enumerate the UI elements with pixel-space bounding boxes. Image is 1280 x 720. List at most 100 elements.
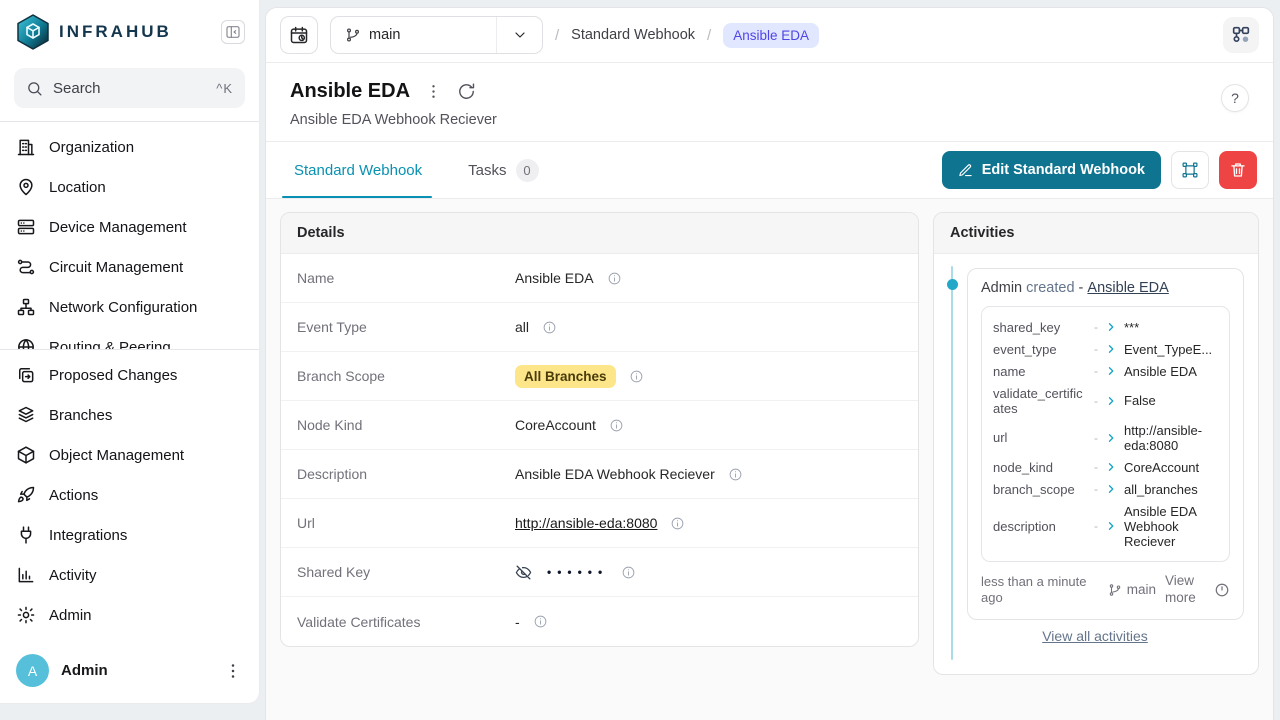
activity-branch: main: [1108, 582, 1156, 597]
title-kebab-icon[interactable]: [424, 82, 443, 101]
sidebar-item-object-management[interactable]: Object Management: [0, 435, 259, 475]
detail-value: Ansible EDA Webhook Reciever: [515, 466, 743, 482]
view-all-activities-link[interactable]: View all activities: [1042, 628, 1148, 644]
detail-label: Shared Key: [297, 564, 515, 580]
hierarchy-icon: [16, 297, 36, 317]
property-value: False: [1124, 393, 1218, 408]
sidebar-logo-row: INFRAHUB: [0, 0, 259, 56]
time-travel-button[interactable]: [280, 16, 318, 54]
content-area: Details NameAnsible EDAEvent TypeallBran…: [266, 199, 1273, 720]
nav-item-label: Routing & Peering: [49, 339, 171, 350]
schema-visualizer-button[interactable]: [1223, 17, 1259, 53]
breadcrumb-current[interactable]: Ansible EDA: [723, 23, 819, 48]
page-title: Ansible EDA: [290, 80, 410, 103]
chart-icon: [16, 565, 36, 585]
breadcrumb-parent[interactable]: Standard Webhook: [571, 27, 695, 43]
detail-value-text: Ansible EDA Webhook Reciever: [515, 466, 715, 482]
tab-tasks-badge: 0: [516, 159, 539, 182]
property-previous-value: -: [1094, 460, 1098, 474]
sidebar-item-actions[interactable]: Actions: [0, 475, 259, 515]
delete-button[interactable]: [1219, 151, 1257, 189]
edit-button[interactable]: Edit Standard Webhook: [942, 151, 1161, 189]
property-previous-value: -: [1094, 364, 1098, 378]
detail-label: Event Type: [297, 319, 515, 335]
info-icon[interactable]: [621, 565, 636, 580]
activity-branch-name: main: [1127, 582, 1156, 597]
activity-property-url: url-http://ansible-eda:8080: [993, 419, 1218, 456]
detail-value: All Branches: [515, 365, 644, 388]
view-all-wrap: View all activities: [946, 620, 1244, 662]
activity-property-event_type: event_type-Event_TypeE...: [993, 338, 1218, 360]
nav-item-label: Admin: [49, 607, 92, 624]
activity-property-validate_certificates: validate_certificates-False: [993, 382, 1218, 419]
tab-tasks[interactable]: Tasks 0: [468, 142, 548, 198]
sidebar-item-network-configuration[interactable]: Network Configuration: [0, 287, 259, 327]
pencil-icon: [958, 163, 973, 178]
nav-item-label: Organization: [49, 139, 134, 156]
sidebar-item-integrations[interactable]: Integrations: [0, 515, 259, 555]
activity-object-link[interactable]: Ansible EDA: [1087, 280, 1168, 296]
page-header: Ansible EDA Ansible EDA Webhook Reciever…: [266, 63, 1273, 142]
nav-item-label: Integrations: [49, 527, 127, 544]
nav-item-label: Actions: [49, 487, 98, 504]
layers-icon: [16, 405, 36, 425]
detail-value: Ansible EDA: [515, 270, 622, 286]
history-clock-icon[interactable]: [1214, 582, 1230, 598]
info-icon[interactable]: [670, 516, 685, 531]
info-icon[interactable]: [629, 369, 644, 384]
git-branch-icon: [345, 27, 361, 43]
info-icon[interactable]: [607, 271, 622, 286]
detail-label: Branch Scope: [297, 368, 515, 384]
sidebar-item-circuit-management[interactable]: Circuit Management: [0, 247, 259, 287]
search-input[interactable]: Search ^K: [14, 68, 245, 108]
refresh-icon[interactable]: [457, 82, 476, 101]
branch-selector-caret[interactable]: [496, 17, 542, 53]
info-icon[interactable]: [609, 418, 624, 433]
nav-item-label: Circuit Management: [49, 259, 183, 276]
detail-row-node-kind: Node KindCoreAccount: [281, 401, 918, 450]
chevron-right-icon: [1105, 395, 1117, 407]
sidebar-item-device-management[interactable]: Device Management: [0, 207, 259, 247]
property-name: node_kind: [993, 460, 1087, 475]
info-icon[interactable]: [542, 320, 557, 335]
sidebar-item-activity[interactable]: Activity: [0, 555, 259, 595]
activity-separator: -: [1079, 280, 1084, 296]
tab-standard-webhook-label: Standard Webhook: [294, 162, 422, 179]
detail-value: ••••••: [515, 564, 636, 581]
property-name: url: [993, 430, 1087, 445]
manage-groups-button[interactable]: [1171, 151, 1209, 189]
nav-item-label: Proposed Changes: [49, 367, 177, 384]
detail-label: Url: [297, 515, 515, 531]
activity-property-branch_scope: branch_scope-all_branches: [993, 478, 1218, 500]
property-name: event_type: [993, 342, 1087, 357]
activity-property-node_kind: node_kind-CoreAccount: [993, 456, 1218, 478]
info-icon[interactable]: [533, 614, 548, 629]
user-kebab-icon[interactable]: [223, 661, 243, 681]
user-name: Admin: [61, 662, 211, 679]
url-link[interactable]: http://ansible-eda:8080: [515, 515, 657, 531]
tab-standard-webhook[interactable]: Standard Webhook: [294, 142, 432, 198]
sidebar-collapse-button[interactable]: [221, 20, 245, 44]
edit-button-label: Edit Standard Webhook: [982, 162, 1145, 178]
chevron-right-icon: [1105, 365, 1117, 377]
sidebar-item-admin[interactable]: Admin: [0, 595, 259, 635]
calendar-clock-icon: [289, 25, 309, 45]
branch-selector[interactable]: main: [330, 16, 543, 54]
page-subtitle: Ansible EDA Webhook Reciever: [290, 112, 1221, 128]
detail-value-text: Ansible EDA: [515, 270, 594, 286]
detail-row-description: DescriptionAnsible EDA Webhook Reciever: [281, 450, 918, 499]
view-more-link[interactable]: View more: [1165, 573, 1205, 607]
timeline-dot: [947, 279, 958, 290]
user-menu[interactable]: A Admin: [0, 644, 259, 703]
sidebar-item-routing-peering[interactable]: Routing & Peering: [0, 327, 259, 349]
sidebar-item-location[interactable]: Location: [0, 167, 259, 207]
property-previous-value: -: [1094, 431, 1098, 445]
sidebar-item-organization[interactable]: Organization: [0, 127, 259, 167]
eye-off-icon[interactable]: [515, 564, 532, 581]
help-button[interactable]: ?: [1221, 84, 1249, 112]
details-card: Details NameAnsible EDAEvent TypeallBran…: [280, 212, 919, 647]
property-value: Event_TypeE...: [1124, 342, 1218, 357]
sidebar-item-proposed-changes[interactable]: Proposed Changes: [0, 355, 259, 395]
sidebar-item-branches[interactable]: Branches: [0, 395, 259, 435]
info-icon[interactable]: [728, 467, 743, 482]
